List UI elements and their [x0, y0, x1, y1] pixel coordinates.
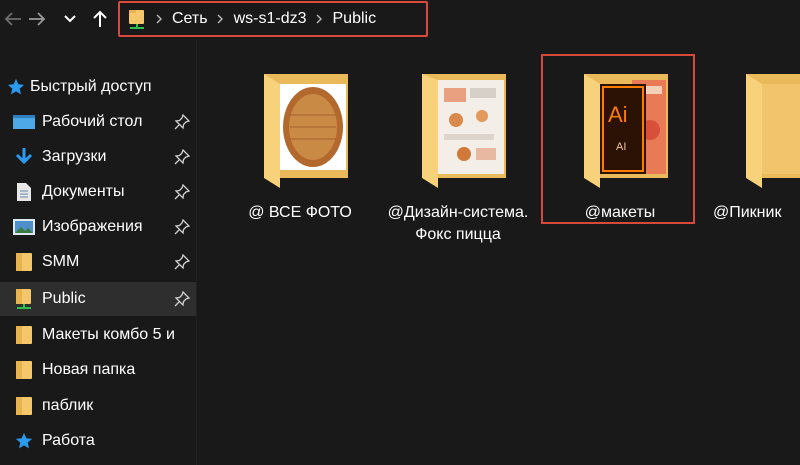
sidebar-item-pictures[interactable]: Изображения — [0, 210, 196, 244]
sidebar-item-documents[interactable]: Документы — [0, 175, 196, 209]
sidebar-item-label: Работа — [42, 432, 95, 449]
navigation-pane: Быстрый доступ Рабочий стол Загрузки Док… — [0, 68, 196, 465]
pin-icon[interactable] — [174, 219, 190, 235]
breadcrumb-public[interactable]: Public — [333, 10, 377, 28]
sidebar-item-label: Макеты комбо 5 и — [42, 326, 175, 343]
sidebar-item-pablik[interactable]: паблик — [0, 389, 196, 423]
folder-icon: Ai AI — [584, 74, 668, 188]
pin-icon[interactable] — [174, 114, 190, 130]
pin-icon[interactable] — [174, 254, 190, 270]
sidebar-item-desktop[interactable]: Рабочий стол — [0, 105, 196, 139]
sidebar-item-label: Быстрый доступ — [30, 78, 152, 95]
sidebar-item-rabota[interactable]: Работа — [0, 424, 196, 458]
document-icon — [12, 182, 36, 202]
pin-icon[interactable] — [174, 149, 190, 165]
pictures-icon — [12, 217, 36, 237]
navigation-bar: Сеть ws-s1-dz3 Public — [0, 0, 800, 40]
chevron-right-icon — [152, 12, 166, 26]
folder-tile[interactable]: @ ВСЕ ФОТО — [225, 56, 375, 226]
breadcrumb-network[interactable]: Сеть — [172, 10, 208, 28]
back-arrow-icon — [4, 12, 21, 26]
recent-locations-button[interactable] — [57, 6, 83, 32]
forward-arrow-icon — [29, 12, 46, 26]
folder-name: @Пикник — [713, 204, 782, 221]
sidebar-item-downloads[interactable]: Загрузки — [0, 140, 196, 174]
folder-name: @макеты — [584, 204, 656, 221]
sidebar-item-makety-kombo[interactable]: Макеты комбо 5 и — [0, 318, 196, 352]
network-folder-icon — [12, 289, 36, 309]
pin-icon[interactable] — [174, 291, 190, 307]
pin-icon[interactable] — [174, 184, 190, 200]
sidebar-item-public[interactable]: Public — [0, 282, 196, 316]
chevron-down-icon — [64, 15, 76, 23]
folder-icon — [12, 252, 36, 272]
up-button[interactable] — [87, 6, 113, 32]
folder-icon — [746, 74, 800, 188]
chevron-right-icon — [313, 12, 327, 26]
download-icon — [12, 147, 36, 167]
star-icon — [12, 431, 36, 451]
sidebar-item-label: SMM — [42, 253, 80, 270]
folder-icon — [12, 396, 36, 416]
svg-text:AI: AI — [616, 141, 626, 153]
folder-icon — [422, 74, 506, 188]
sidebar-item-smm[interactable]: SMM — [0, 245, 196, 279]
address-bar[interactable]: Сеть ws-s1-dz3 Public — [118, 1, 428, 37]
sidebar-item-label: Рабочий стол — [42, 113, 143, 130]
folder-name: @ ВСЕ ФОТО — [248, 204, 352, 221]
network-folder-icon — [128, 8, 146, 30]
folder-tile[interactable]: @Пикник — [707, 56, 800, 226]
folder-icon — [264, 74, 348, 188]
sidebar-item-label: паблик — [42, 397, 94, 414]
sidebar-item-label: Новая папка — [42, 361, 136, 378]
breadcrumb-host[interactable]: ws-s1-dz3 — [234, 10, 307, 28]
star-icon — [4, 77, 28, 97]
svg-text:Ai: Ai — [608, 102, 628, 127]
sidebar-item-quick-access[interactable]: Быстрый доступ — [0, 70, 196, 104]
sidebar-item-label: Документы — [42, 183, 125, 200]
sidebar-item-new-folder[interactable]: Новая папка — [0, 353, 196, 387]
back-button[interactable] — [0, 6, 26, 32]
forward-button[interactable] — [24, 6, 50, 32]
sidebar-item-label: Загрузки — [42, 148, 107, 165]
folder-icon — [12, 360, 36, 380]
folder-tile-selected[interactable]: Ai AI @макеты — [541, 54, 695, 226]
sidebar-item-label: Public — [42, 290, 86, 307]
desktop-icon — [12, 112, 36, 132]
folder-name: @Дизайн-система. Фокс пицца — [387, 204, 529, 243]
folder-tile[interactable]: @Дизайн-система. Фокс пицца — [383, 56, 533, 243]
folder-icon — [12, 325, 36, 345]
sidebar-item-label: Изображения — [42, 218, 143, 235]
up-arrow-icon — [93, 10, 107, 27]
file-list: @ ВСЕ ФОТО @Дизайн-система. Фокс пицца A… — [197, 40, 800, 465]
chevron-right-icon — [214, 12, 228, 26]
